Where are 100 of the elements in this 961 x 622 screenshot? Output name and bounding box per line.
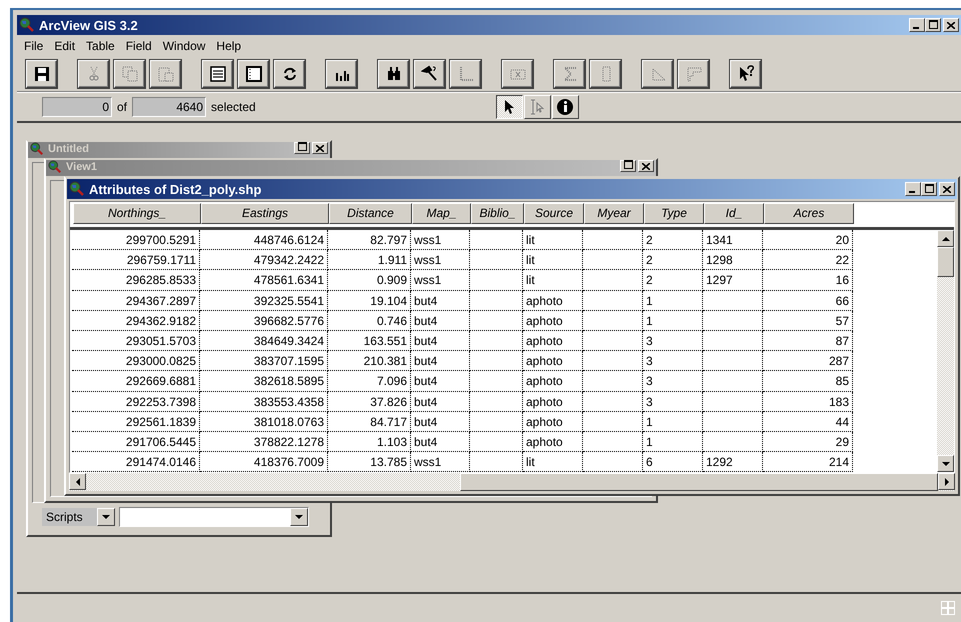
column-header[interactable]: Source [524,203,584,224]
toolbar-button[interactable] [730,60,761,88]
window-title: Attributes of Dist2_poly.shp [89,182,262,196]
table-cell [470,290,523,311]
close-icon [316,144,324,152]
column-header[interactable]: Distance [329,203,412,224]
table-cell: 2 [643,270,703,291]
table-cell: aphoto [523,371,583,392]
dropdown-button[interactable] [97,508,115,526]
scroll-up-button[interactable] [937,230,954,247]
staircase-icon [684,65,702,83]
table-cell: 1298 [703,250,763,270]
window-title: Untitled [48,142,90,156]
table-cell [703,310,763,331]
menu-item[interactable]: Help [213,39,250,53]
column-header[interactable]: Myear [584,203,644,224]
minimize-button[interactable] [909,18,925,32]
menu-item[interactable]: Field [122,39,160,53]
table-cell [470,452,523,472]
table-cell: 292669.6881 [72,371,200,392]
close-icon [642,162,650,170]
vertical-scrollbar[interactable] [937,230,954,472]
menu-item[interactable]: Table [83,39,123,53]
close-button[interactable] [943,18,959,32]
table-cell: 382618.5895 [200,371,328,392]
table-cell: aphoto [523,310,583,331]
table-cell: 381018.0763 [200,412,328,432]
table-cell: wss1 [411,270,470,291]
table-cell: 16 [763,270,853,291]
table-cell: 392325.5541 [200,290,328,311]
maximize-button[interactable] [921,182,937,196]
toolbar-button[interactable] [274,60,305,88]
table-cell: 478561.6341 [200,270,328,291]
table-cell: but4 [411,330,470,352]
table-cell [470,330,523,352]
table-cell: 2 [643,230,703,250]
table-cell: 1 [643,310,703,331]
minimize-button[interactable] [905,182,921,196]
table-cell [703,392,763,412]
table-cell: 3 [643,371,703,392]
close-button[interactable] [939,182,955,196]
table-cell: 1.911 [328,250,411,270]
toolbar-button[interactable] [378,60,409,88]
table-cell: 57 [763,310,853,331]
table-cell: 84.717 [328,412,411,432]
scroll-down-button[interactable] [937,455,954,472]
table-cell [583,310,643,331]
column-header[interactable]: Northings_ [73,203,201,224]
menu-item[interactable]: Window [160,39,214,53]
toolbar-button[interactable] [414,60,445,88]
column-header[interactable]: Map_ [412,203,471,224]
table-cell: 3 [643,392,703,412]
column-header[interactable]: Type [644,203,704,224]
table-cell [583,270,643,291]
column-header[interactable]: Acres [764,203,854,224]
script-combobox[interactable] [119,507,309,527]
globe-magnifier-icon [48,160,62,174]
table-cell [583,371,643,392]
table-cell: 296285.8533 [72,270,200,291]
menu-item[interactable]: Edit [51,39,84,53]
table-cell: 1341 [703,230,763,250]
table-cell: wss1 [411,250,470,270]
toolbar-button[interactable] [26,60,57,88]
table-cell: 292253.7398 [72,392,200,412]
hammer-icon [420,65,438,83]
scroll-left-button[interactable] [69,473,86,490]
up-arrow-icon [942,236,950,240]
table-cell [470,351,523,372]
tool-button[interactable] [496,95,523,119]
toolbar-button[interactable] [238,60,269,88]
globe-magnifier-icon [69,181,85,197]
column-header[interactable]: Id_ [704,203,764,224]
table-cell: 20 [763,230,853,250]
toolbar-button[interactable] [202,60,233,88]
column-header[interactable]: Biblio_ [471,203,524,224]
column-header[interactable]: Eastings [201,203,329,224]
right-arrow-icon [944,478,948,486]
menu-item[interactable]: File [21,39,52,53]
table-cell: aphoto [523,351,583,372]
table-cell: but4 [411,371,470,392]
table-cell: aphoto [523,392,583,412]
table-cell: 0.746 [328,310,411,331]
scroll-right-button[interactable] [938,473,955,490]
table-cell: 163.551 [328,330,411,352]
table-cell [470,250,523,270]
table-cell [703,412,763,432]
table-cell: 2 [643,250,703,270]
table-cell: 291706.5445 [72,432,200,452]
table-cell: 3 [643,351,703,372]
pages-icon [120,65,138,83]
window-title: ArcView GIS 3.2 [39,18,139,32]
table-cell: aphoto [523,330,583,352]
horizontal-scrollbar[interactable] [69,473,955,492]
table-cell: 448746.6124 [200,230,328,250]
close-icon [943,186,951,192]
toolbar-button[interactable] [326,60,357,88]
scroll-thumb[interactable] [460,473,938,492]
table-cell: 29 [763,432,853,452]
maximize-button[interactable] [925,18,941,32]
scroll-thumb[interactable] [937,247,954,277]
